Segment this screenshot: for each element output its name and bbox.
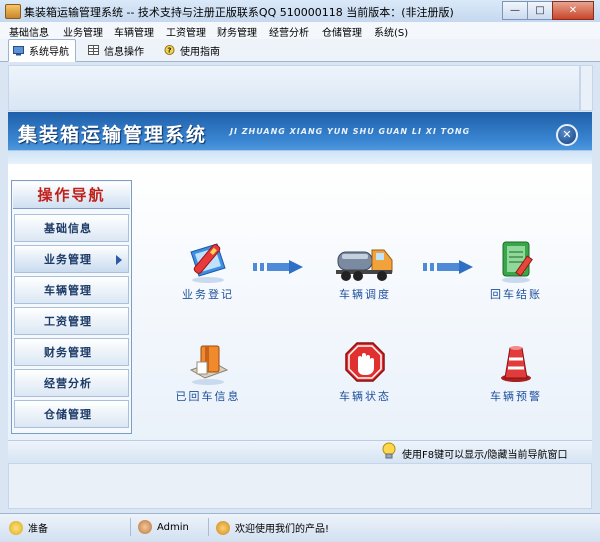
tab-label: 使用指南 — [180, 46, 220, 58]
status-user: Admin — [138, 520, 189, 534]
status-separator — [208, 518, 209, 536]
nav-item-business[interactable]: 业务管理 — [14, 245, 129, 273]
menu-vehicle[interactable]: 车辆管理 — [114, 24, 154, 39]
help-icon: ? — [164, 45, 175, 55]
menu-business[interactable]: 业务管理 — [63, 24, 103, 39]
vertical-scrollbar[interactable] — [580, 65, 593, 111]
banner-title-cn: 集装箱运输管理系统 — [18, 124, 208, 146]
feature-return-settle[interactable]: 回车结账 — [466, 238, 566, 302]
maximize-icon: □ — [535, 5, 545, 16]
nav-item-analysis[interactable]: 经营分析 — [14, 369, 129, 397]
menu-basic-info[interactable]: 基础信息 — [9, 24, 49, 39]
info-icon — [9, 520, 23, 535]
nav-panel: 操作导航 基础信息 业务管理 车辆管理 工资管理 财务管理 经营分析 仓储管理 — [11, 180, 132, 434]
status-welcome-text: 欢迎使用我们的产品! — [235, 524, 330, 535]
close-icon: ✕ — [568, 5, 578, 16]
tab-system-nav[interactable]: 系统导航 — [8, 39, 76, 62]
feature-business-register[interactable]: 业务登记 — [158, 238, 258, 302]
tab-user-guide[interactable]: ? 使用指南 — [160, 40, 230, 60]
hint-bar: 使用F8键可以显示/隐藏当前导航窗口 — [8, 440, 592, 463]
status-separator — [130, 518, 131, 536]
feature-vehicle-status[interactable]: 车辆状态 — [315, 340, 415, 404]
nav-item-salary[interactable]: 工资管理 — [14, 307, 129, 335]
ledger-icon — [491, 238, 541, 284]
feature-vehicle-dispatch[interactable]: 车辆调度 — [315, 238, 415, 302]
truck-icon — [334, 238, 396, 284]
maximize-button[interactable]: □ — [527, 1, 553, 20]
books-icon — [183, 340, 233, 386]
nav-item-finance[interactable]: 财务管理 — [14, 338, 129, 366]
status-ready-text: 准备 — [28, 524, 48, 535]
tab-bar: 系统导航 信息操作 ? 使用指南 — [0, 39, 600, 62]
window-title: 集装箱运输管理系统 -- 技术支持与注册正版联系QQ 510000118 当前版… — [24, 6, 454, 19]
bulb-icon — [382, 442, 396, 459]
flow-arrow-icon — [253, 260, 303, 274]
banner-close-button[interactable]: ✕ — [556, 124, 578, 146]
feature-label: 业务登记 — [182, 288, 234, 301]
header-banner: 集装箱运输管理系统 JI ZHUANG XIANG YUN SHU GUAN L… — [8, 112, 592, 164]
app-icon — [5, 4, 21, 19]
register-icon — [183, 238, 233, 284]
grid-icon — [88, 45, 99, 55]
feature-label: 车辆调度 — [339, 288, 391, 301]
bottom-panel — [8, 463, 592, 509]
tab-label: 系统导航 — [29, 47, 69, 58]
status-welcome: 欢迎使用我们的产品! — [216, 520, 329, 535]
stop-hand-icon — [340, 340, 390, 386]
tab-info-ops[interactable]: 信息操作 — [84, 40, 154, 60]
nav-item-basic-info[interactable]: 基础信息 — [14, 214, 129, 242]
top-strip-panel — [8, 65, 580, 111]
minimize-button[interactable]: — — [502, 1, 528, 20]
window-controls: — □ ✕ — [502, 1, 594, 20]
feature-label: 回车结账 — [490, 288, 542, 301]
svg-text:?: ? — [167, 46, 171, 55]
alarm-icon — [491, 340, 541, 386]
status-ready: 准备 — [9, 520, 48, 535]
menu-finance[interactable]: 财务管理 — [217, 24, 257, 39]
nav-item-vehicle[interactable]: 车辆管理 — [14, 276, 129, 304]
feature-vehicle-alert[interactable]: 车辆预警 — [466, 340, 566, 404]
feature-returned-info[interactable]: 已回车信息 — [158, 340, 258, 404]
user-icon — [138, 520, 152, 534]
menu-analysis[interactable]: 经营分析 — [269, 24, 309, 39]
nav-title: 操作导航 — [13, 182, 130, 209]
status-bar: 准备 Admin 欢迎使用我们的产品! — [0, 513, 600, 542]
nav-item-warehouse[interactable]: 仓储管理 — [14, 400, 129, 428]
menu-system[interactable]: 系统(S) — [374, 24, 408, 39]
title-bar: 集装箱运输管理系统 -- 技术支持与注册正版联系QQ 510000118 当前版… — [0, 0, 600, 23]
minimize-icon: — — [510, 5, 520, 16]
nav-item-label: 业务管理 — [44, 253, 92, 266]
status-user-text: Admin — [157, 521, 189, 533]
menu-salary[interactable]: 工资管理 — [166, 24, 206, 39]
monitor-icon — [13, 45, 24, 55]
feature-label: 车辆预警 — [490, 390, 542, 403]
close-button[interactable]: ✕ — [552, 1, 594, 20]
users-icon — [216, 520, 230, 535]
hint-text: 使用F8键可以显示/隐藏当前导航窗口 — [402, 450, 568, 461]
tab-label: 信息操作 — [104, 46, 144, 58]
chevron-right-icon — [116, 255, 122, 265]
feature-label: 已回车信息 — [175, 390, 241, 403]
feature-label: 车辆状态 — [339, 390, 391, 403]
banner-band — [8, 150, 592, 164]
menu-bar: 基础信息 业务管理 车辆管理 工资管理 财务管理 经营分析 仓储管理 系统(S) — [0, 22, 600, 40]
menu-warehouse[interactable]: 仓储管理 — [322, 24, 362, 39]
close-icon: ✕ — [562, 128, 572, 141]
banner-title-en: JI ZHUANG XIANG YUN SHU GUAN LI XI TONG — [230, 127, 471, 136]
